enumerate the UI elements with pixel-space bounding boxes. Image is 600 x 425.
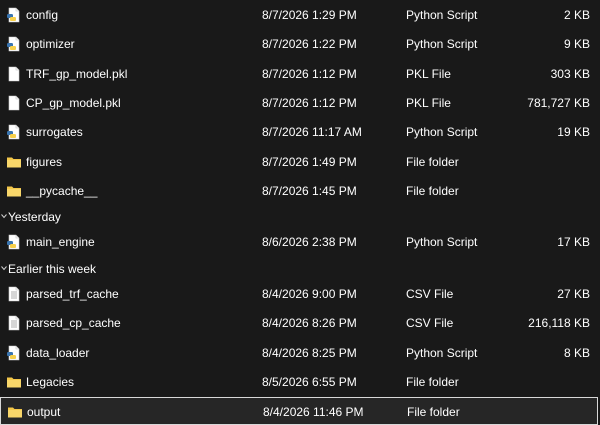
date-modified: 8/7/2026 1:12 PM [262, 67, 357, 81]
file-type: CSV File [406, 287, 454, 301]
file-name: Legacies [26, 375, 75, 389]
file-size: 216,118 KB [528, 316, 590, 330]
date-modified: 8/7/2026 1:45 PM [262, 184, 357, 198]
file-type: File folder [407, 405, 460, 419]
file-name: CP_gp_model.pkl [26, 96, 121, 110]
file-row-parsed-cp-cache[interactable]: parsed_cp_cache 8/4/2026 8:26 PM CSV File 2… [0, 309, 598, 337]
folder-icon [6, 154, 22, 170]
csv-file-icon [6, 315, 22, 331]
file-type: File folder [406, 375, 459, 389]
file-row-trf-gp-model-pkl[interactable]: TRF_gp_model.pkl 8/7/2026 1:12 PM PKL File… [0, 60, 598, 88]
file-size: 781,727 KB [527, 96, 590, 110]
file-size: 19 KB [557, 125, 590, 139]
date-modified: 8/5/2026 6:55 PM [262, 375, 357, 389]
file-row-output[interactable]: output 8/4/2026 11:46 PM File folder [0, 397, 598, 425]
file-row-legacies[interactable]: Legacies 8/5/2026 6:55 PM File folder [0, 368, 598, 396]
file-type: Python Script [406, 235, 478, 249]
file-name: main_engine [26, 235, 95, 249]
python-file-icon [6, 345, 22, 361]
file-size: 2 KB [563, 8, 590, 22]
file-name: parsed_trf_cache [26, 287, 119, 301]
date-modified: 8/4/2026 9:00 PM [262, 287, 357, 301]
python-file-icon [6, 36, 22, 52]
file-type: CSV File [406, 316, 454, 330]
group-label: Earlier this week [8, 262, 97, 276]
file-row-cp-gp-model-pkl[interactable]: CP_gp_model.pkl 8/7/2026 1:12 PM PKL File 7… [0, 89, 598, 117]
file-row-surrogates[interactable]: surrogates 8/7/2026 11:17 AM Python Script… [0, 118, 598, 146]
python-file-icon [6, 7, 22, 23]
file-type: PKL File [406, 67, 451, 81]
file-row-data-loader[interactable]: data_loader 8/4/2026 8:25 PM Python Script… [0, 339, 598, 367]
file-type: Python Script [406, 125, 478, 139]
file-type: Python Script [406, 8, 478, 22]
file-name: optimizer [26, 37, 75, 51]
folder-icon [6, 374, 22, 390]
file-row-figures[interactable]: figures 8/7/2026 1:49 PM File folder [0, 148, 598, 176]
date-modified: 8/7/2026 11:17 AM [262, 125, 362, 139]
file-type: File folder [406, 184, 459, 198]
python-file-icon [6, 124, 22, 140]
file-row-parsed-trf-cache[interactable]: parsed_trf_cache 8/4/2026 9:00 PM CSV File… [0, 280, 598, 308]
chevron-down-icon[interactable] [0, 262, 8, 272]
file-name: surrogates [26, 125, 83, 139]
file-size: 303 KB [550, 67, 590, 81]
date-modified: 8/7/2026 1:29 PM [262, 8, 357, 22]
file-type: PKL File [406, 96, 451, 110]
file-name: figures [26, 155, 63, 169]
file-size: 17 KB [557, 235, 590, 249]
file-row-config[interactable]: config 8/7/2026 1:29 PM Python Script 2 KB [0, 1, 598, 29]
file-row-main-engine[interactable]: main_engine 8/6/2026 2:38 PM Python Script… [0, 228, 598, 256]
blank-file-icon [6, 66, 22, 82]
file-row--pycache-[interactable]: __pycache__ 8/7/2026 1:45 PM File folder [0, 177, 598, 205]
date-modified: 8/4/2026 8:25 PM [262, 346, 357, 360]
file-size: 8 KB [563, 346, 590, 360]
file-list: config 8/7/2026 1:29 PM Python Script 2 KB o… [0, 0, 600, 425]
group-header-yesterday[interactable]: Yesterday [0, 206, 598, 228]
file-name: parsed_cp_cache [26, 316, 121, 330]
file-name: output [27, 405, 61, 419]
file-name: TRF_gp_model.pkl [26, 67, 128, 81]
file-size: 9 KB [563, 37, 590, 51]
file-row-optimizer[interactable]: optimizer 8/7/2026 1:22 PM Python Script 9 … [0, 30, 598, 58]
file-name: __pycache__ [26, 184, 98, 198]
file-size: 27 KB [557, 287, 590, 301]
csv-file-icon [6, 286, 22, 302]
folder-icon [7, 404, 23, 420]
chevron-down-icon[interactable] [0, 210, 8, 220]
date-modified: 8/4/2026 8:26 PM [262, 316, 357, 330]
date-modified: 8/4/2026 11:46 PM [263, 405, 364, 419]
file-type: Python Script [406, 346, 478, 360]
group-label: Yesterday [8, 210, 61, 224]
file-name: config [26, 8, 59, 22]
python-file-icon [6, 234, 22, 250]
file-type: Python Script [406, 37, 478, 51]
file-type: File folder [406, 155, 459, 169]
date-modified: 8/7/2026 1:12 PM [262, 96, 357, 110]
folder-icon [6, 183, 22, 199]
date-modified: 8/7/2026 1:22 PM [262, 37, 357, 51]
date-modified: 8/7/2026 1:49 PM [262, 155, 357, 169]
date-modified: 8/6/2026 2:38 PM [262, 235, 357, 249]
file-name: data_loader [26, 346, 90, 360]
group-header-earlier-this-week[interactable]: Earlier this week [0, 258, 598, 280]
blank-file-icon [6, 95, 22, 111]
